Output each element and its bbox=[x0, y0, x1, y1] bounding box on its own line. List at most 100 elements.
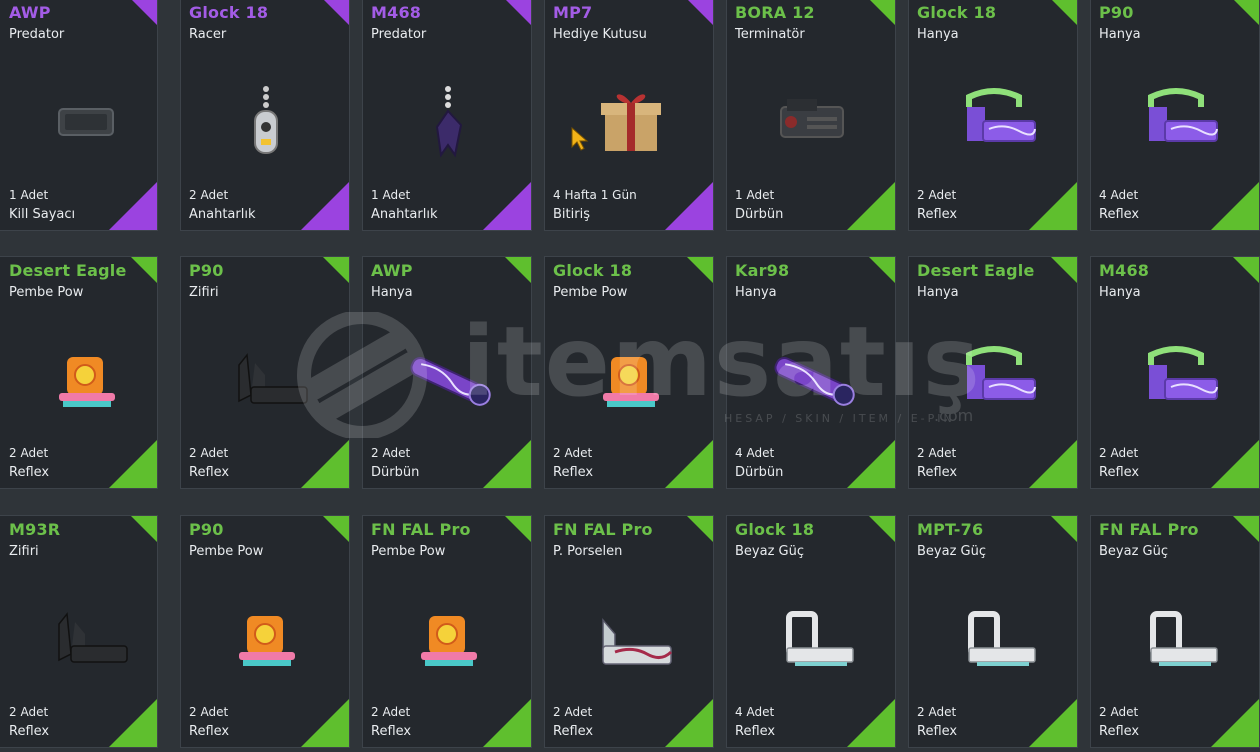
item-card[interactable]: AWP Predator 1 Adet Kill Sayacı bbox=[0, 0, 158, 231]
skin-name: Beyaz Güç bbox=[735, 544, 804, 559]
weapon-name: MPT-76 bbox=[917, 520, 984, 539]
weapon-name: P90 bbox=[189, 520, 224, 539]
item-card[interactable]: Glock 18 Racer 2 Adet Anahtarlık bbox=[180, 0, 350, 231]
reflex-zifiri-icon bbox=[41, 594, 131, 684]
item-quantity: 2 Adet bbox=[917, 705, 957, 719]
reflex-porselen-icon bbox=[585, 594, 675, 684]
item-category: Reflex bbox=[1099, 724, 1140, 739]
rarity-corner-top bbox=[1233, 257, 1259, 283]
item-card[interactable]: FN FAL Pro Beyaz Güç 2 Adet Reflex bbox=[1090, 515, 1260, 748]
rarity-corner-bottom bbox=[483, 699, 531, 747]
item-card[interactable]: M93R Zifiri 2 Adet Reflex bbox=[0, 515, 158, 748]
skin-name: Pembe Pow bbox=[371, 544, 446, 559]
skin-name: Hediye Kutusu bbox=[553, 27, 647, 42]
item-quantity: 2 Adet bbox=[189, 188, 229, 202]
item-card[interactable]: Glock 18 Beyaz Güç 4 Adet Reflex bbox=[726, 515, 896, 748]
weapon-name: AWP bbox=[371, 261, 413, 280]
item-card[interactable]: P90 Pembe Pow 2 Adet Reflex bbox=[180, 515, 350, 748]
rarity-corner-bottom bbox=[109, 440, 157, 488]
item-card[interactable]: BORA 12 Terminatör 1 Adet Dürbün bbox=[726, 0, 896, 231]
item-quantity: 4 Adet bbox=[735, 446, 775, 460]
item-category: Bitiriş bbox=[553, 207, 590, 222]
item-card[interactable]: Kar98 Hanya 4 Adet Dürbün bbox=[726, 256, 896, 489]
item-category: Reflex bbox=[917, 724, 958, 739]
rarity-corner-top bbox=[131, 0, 157, 25]
reflex-hanya-icon bbox=[1131, 335, 1221, 425]
skin-name: Hanya bbox=[1099, 285, 1141, 300]
item-category: Reflex bbox=[917, 465, 958, 480]
skin-name: P. Porselen bbox=[553, 544, 623, 559]
item-card[interactable]: M468 Hanya 2 Adet Reflex bbox=[1090, 256, 1260, 489]
weapon-name: Desert Eagle bbox=[917, 261, 1035, 280]
scope-hanya-icon bbox=[403, 335, 493, 425]
reflex-zifiri-icon bbox=[221, 335, 311, 425]
weapon-name: Glock 18 bbox=[917, 3, 997, 22]
skin-name: Pembe Pow bbox=[189, 544, 264, 559]
item-card[interactable]: FN FAL Pro P. Porselen 2 Adet Reflex bbox=[544, 515, 714, 748]
item-card[interactable]: MPT-76 Beyaz Güç 2 Adet Reflex bbox=[908, 515, 1078, 748]
rarity-corner-top bbox=[1051, 0, 1077, 25]
rarity-corner-bottom bbox=[665, 699, 713, 747]
skin-name: Beyaz Güç bbox=[1099, 544, 1168, 559]
rarity-corner-bottom bbox=[847, 699, 895, 747]
reflex-beyaz-guc-icon bbox=[1131, 594, 1221, 684]
item-category: Reflex bbox=[1099, 207, 1140, 222]
item-quantity: 1 Adet bbox=[9, 188, 49, 202]
item-quantity: 2 Adet bbox=[371, 705, 411, 719]
weapon-name: Kar98 bbox=[735, 261, 790, 280]
skin-name: Terminatör bbox=[735, 27, 805, 42]
item-category: Reflex bbox=[9, 465, 50, 480]
reflex-hanya-icon bbox=[949, 335, 1039, 425]
item-card[interactable]: Glock 18 Hanya 2 Adet Reflex bbox=[908, 0, 1078, 231]
item-card[interactable]: P90 Zifiri 2 Adet Reflex bbox=[180, 256, 350, 489]
item-card[interactable]: MP7 Hediye Kutusu 4 Hafta 1 Gün Bitiriş bbox=[544, 0, 714, 231]
item-category: Reflex bbox=[189, 724, 230, 739]
item-category: Anahtarlık bbox=[371, 207, 438, 222]
rarity-corner-bottom bbox=[1029, 699, 1077, 747]
rarity-corner-top bbox=[1233, 516, 1259, 542]
item-category: Dürbün bbox=[735, 465, 784, 480]
skin-name: Beyaz Güç bbox=[917, 544, 986, 559]
item-card[interactable]: Desert Eagle Hanya 2 Adet Reflex bbox=[908, 256, 1078, 489]
reflex-hanya-icon bbox=[1131, 77, 1221, 167]
mouse-cursor-icon bbox=[571, 127, 589, 151]
item-quantity: 2 Adet bbox=[553, 705, 593, 719]
item-card[interactable]: FN FAL Pro Pembe Pow 2 Adet Reflex bbox=[362, 515, 532, 748]
item-quantity: 1 Adet bbox=[371, 188, 411, 202]
item-card[interactable]: M468 Predator 1 Adet Anahtarlık bbox=[362, 0, 532, 231]
reflex-pembe-pow-icon bbox=[221, 594, 311, 684]
gift-box-icon bbox=[585, 77, 675, 167]
reflex-pembe-pow-icon bbox=[41, 335, 131, 425]
rarity-corner-top bbox=[687, 516, 713, 542]
weapon-name: BORA 12 bbox=[735, 3, 815, 22]
item-card[interactable]: AWP Hanya 2 Adet Dürbün bbox=[362, 256, 532, 489]
item-category: Reflex bbox=[553, 465, 594, 480]
item-category: Kill Sayacı bbox=[9, 207, 76, 222]
rarity-corner-bottom bbox=[665, 440, 713, 488]
item-card[interactable]: Desert Eagle Pembe Pow 2 Adet Reflex bbox=[0, 256, 158, 489]
keychain-predator-icon bbox=[403, 77, 493, 167]
skin-name: Hanya bbox=[917, 285, 959, 300]
scope-hanya-icon bbox=[767, 335, 857, 425]
item-card[interactable]: Glock 18 Pembe Pow 2 Adet Reflex bbox=[544, 256, 714, 489]
reflex-pembe-pow-icon bbox=[585, 335, 675, 425]
rarity-corner-bottom bbox=[1029, 182, 1077, 230]
kill-counter-icon bbox=[41, 77, 131, 167]
item-category: Reflex bbox=[735, 724, 776, 739]
item-category: Reflex bbox=[9, 724, 50, 739]
weapon-name: P90 bbox=[189, 261, 224, 280]
weapon-name: M468 bbox=[371, 3, 422, 22]
rarity-corner-bottom bbox=[1211, 440, 1259, 488]
rarity-corner-top bbox=[869, 516, 895, 542]
item-category: Dürbün bbox=[371, 465, 420, 480]
item-quantity: 2 Adet bbox=[189, 446, 229, 460]
rarity-corner-top bbox=[1051, 516, 1077, 542]
rarity-corner-top bbox=[323, 516, 349, 542]
item-quantity: 4 Adet bbox=[735, 705, 775, 719]
skin-name: Hanya bbox=[917, 27, 959, 42]
rarity-corner-top bbox=[869, 0, 895, 25]
item-category: Anahtarlık bbox=[189, 207, 256, 222]
weapon-name: Glock 18 bbox=[553, 261, 633, 280]
item-card[interactable]: P90 Hanya 4 Adet Reflex bbox=[1090, 0, 1260, 231]
rarity-corner-bottom bbox=[847, 440, 895, 488]
